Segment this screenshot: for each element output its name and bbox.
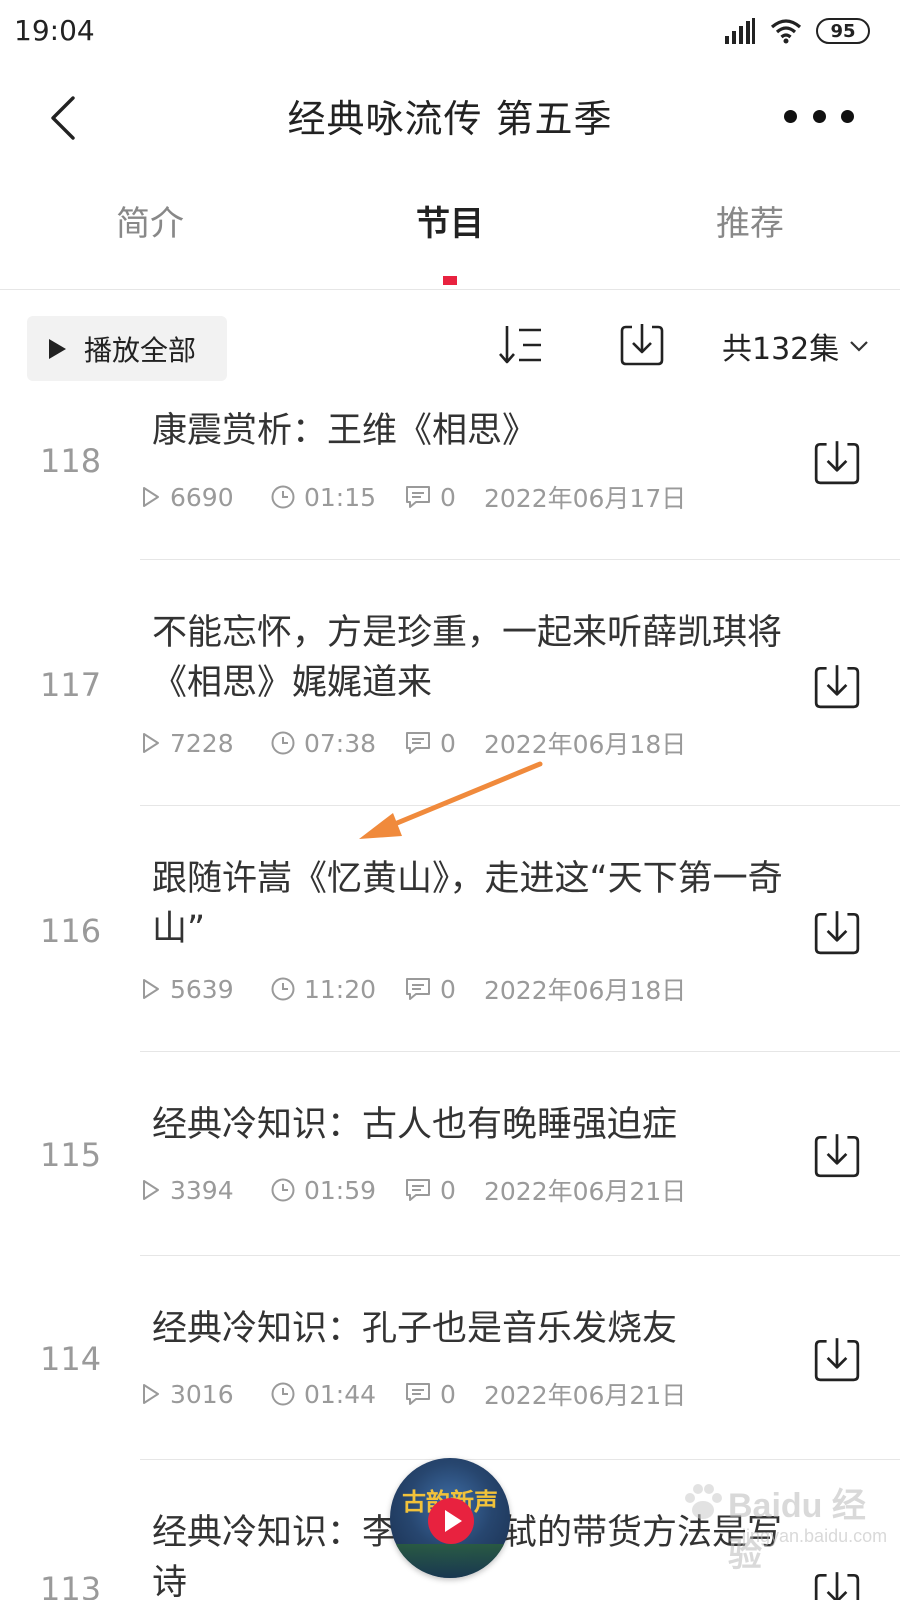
signal-icon: [725, 18, 755, 44]
episode-title: 康震赏析：王维《相思》: [152, 411, 538, 451]
sort-button[interactable]: [497, 320, 547, 370]
episode-list: 118 康震赏析：王维《相思》 6690 01:15 0 2022年06月17日…: [0, 396, 900, 1600]
episode-title: 经典冷知识：孔子也是音乐发烧友: [152, 1309, 678, 1349]
play-count: 3016: [170, 1379, 234, 1409]
episode-number: 117: [40, 666, 102, 704]
publish-date: 2022年06月17日: [484, 484, 687, 513]
sort-order-icon: [499, 326, 541, 364]
episode-title: 不能忘怀，方是珍重，一起来听薛凯琪将《相思》娓娓道来: [152, 613, 783, 703]
episode-item[interactable]: 115 经典冷知识：古人也有晚睡强迫症 3394 01:59 0 2022年06…: [0, 1052, 900, 1256]
episode-number: 118: [40, 442, 102, 480]
comment-count: 0: [440, 974, 456, 1004]
episode-count-dropdown[interactable]: 共132集: [722, 324, 869, 368]
download-button[interactable]: [812, 907, 862, 957]
status-icons: 95: [724, 14, 870, 48]
play-count-icon: [143, 487, 159, 507]
episode-item[interactable]: 117 不能忘怀，方是珍重，一起来听薛凯琪将《相思》娓娓道来 7228 07:3…: [0, 560, 900, 806]
download-icon: [814, 1572, 860, 1600]
episode-item[interactable]: 116 跟随许嵩《忆黄山》，走进这“天下第一奇山” 5639 11:20 0 2…: [0, 806, 900, 1052]
clock-icon: [271, 731, 295, 755]
download-button[interactable]: [812, 437, 862, 487]
status-bar: 19:04 95: [0, 0, 900, 62]
comment-icon: [406, 1179, 430, 1201]
download-all-button[interactable]: [618, 320, 666, 368]
episode-item[interactable]: 118 康震赏析：王维《相思》 6690 01:15 0 2022年06月17日: [0, 396, 900, 560]
comment-icon: [406, 978, 430, 1000]
duration: 01:59: [304, 1175, 377, 1205]
comment-count: 0: [440, 728, 456, 758]
episode-number: 115: [40, 1136, 102, 1174]
episode-meta: 5639 11:20 0 2022年06月18日: [140, 972, 686, 1006]
duration: 07:38: [304, 728, 377, 758]
episode-meta: 3016 01:44 0 2022年06月21日: [140, 1377, 686, 1411]
clock-icon: [271, 1382, 295, 1406]
download-button[interactable]: [812, 661, 862, 711]
clock-icon: [271, 1178, 295, 1202]
episode-meta: 6690 01:15 0 2022年06月17日: [140, 480, 686, 514]
episode-count-label: 共132集: [722, 332, 840, 367]
play-count-icon: [143, 1180, 159, 1200]
play-count: 3394: [170, 1175, 234, 1205]
play-icon[interactable]: [428, 1498, 474, 1544]
episode-item[interactable]: 114 经典冷知识：孔子也是音乐发烧友 3016 01:44 0 2022年06…: [0, 1256, 900, 1460]
download-icon: [814, 1134, 860, 1178]
play-count-icon: [143, 733, 159, 753]
cover-art-decoration: [390, 1544, 510, 1578]
battery-icon: 95: [816, 18, 870, 44]
publish-date: 2022年06月18日: [484, 730, 687, 759]
publish-date: 2022年06月21日: [484, 1381, 687, 1410]
download-icon: [814, 1338, 860, 1382]
tab-episodes[interactable]: 节目: [350, 196, 550, 245]
play-count-icon: [143, 979, 159, 999]
episode-number: 113: [40, 1570, 102, 1600]
play-icon: [49, 338, 66, 359]
tab-active-indicator: [443, 276, 457, 285]
play-count: 7228: [170, 728, 234, 758]
tab-recommend[interactable]: 推荐: [650, 196, 850, 245]
status-time: 19:04: [14, 14, 95, 47]
episode-title: 经典冷知识：古人也有晚睡强迫症: [152, 1105, 678, 1145]
comment-icon: [406, 1383, 430, 1405]
comment-icon: [406, 732, 430, 754]
episode-number: 114: [40, 1340, 102, 1378]
download-button[interactable]: [812, 1334, 862, 1384]
play-all-button[interactable]: 播放全部: [27, 316, 227, 381]
publish-date: 2022年06月18日: [484, 976, 687, 1005]
episode-toolbar: 播放全部 共132集: [0, 290, 900, 396]
clock-icon: [271, 485, 295, 509]
comment-count: 0: [440, 1175, 456, 1205]
tab-bar: 简介 节目 推荐: [0, 172, 900, 290]
publish-date: 2022年06月21日: [484, 1177, 687, 1206]
download-icon: [814, 911, 860, 955]
duration: 11:20: [304, 974, 377, 1004]
play-count: 6690: [170, 482, 234, 512]
comment-count: 0: [440, 1379, 456, 1409]
wifi-icon: [770, 19, 802, 44]
duration: 01:15: [304, 482, 377, 512]
clock-icon: [271, 977, 295, 1001]
episode-meta: 3394 01:59 0 2022年06月21日: [140, 1173, 686, 1207]
chevron-down-icon: [850, 341, 869, 352]
duration: 01:44: [304, 1379, 377, 1409]
more-dots-icon: [784, 109, 797, 123]
play-count: 5639: [170, 974, 234, 1004]
episode-number: 116: [40, 912, 102, 950]
mini-player[interactable]: 古韵新声: [390, 1458, 510, 1578]
title-bar: 经典咏流传 第五季: [0, 62, 900, 172]
battery-level: 95: [830, 20, 856, 42]
download-button[interactable]: [812, 1130, 862, 1180]
download-icon: [814, 441, 860, 485]
download-icon: [620, 324, 664, 366]
play-all-label: 播放全部: [84, 333, 197, 367]
comment-count: 0: [440, 482, 456, 512]
comment-icon: [406, 486, 430, 508]
tab-intro[interactable]: 简介: [50, 196, 250, 245]
download-button[interactable]: [812, 1568, 862, 1600]
download-icon: [814, 665, 860, 709]
episode-title: 跟随许嵩《忆黄山》，走进这“天下第一奇山”: [152, 859, 783, 949]
episode-meta: 7228 07:38 0 2022年06月18日: [140, 726, 686, 760]
play-count-icon: [143, 1384, 159, 1404]
more-options-button[interactable]: [784, 96, 854, 136]
page-title: 经典咏流传 第五季: [287, 97, 613, 141]
